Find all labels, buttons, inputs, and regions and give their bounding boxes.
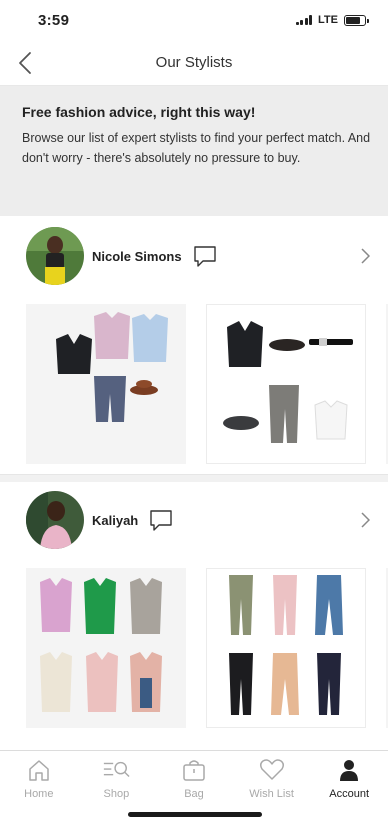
page-title: Our Stylists [155, 54, 233, 71]
chevron-right-icon[interactable] [358, 510, 372, 530]
stylist-header[interactable]: Nicole Simons [0, 224, 388, 288]
chevron-right-icon[interactable] [358, 246, 372, 266]
tab-label: Account [329, 788, 370, 800]
outfit-image [229, 575, 343, 715]
network-label: LTE [318, 14, 338, 26]
signal-icon [295, 15, 313, 25]
status-time: 3:59 [38, 11, 70, 29]
banner-title: Free fashion advice, right this way! [22, 104, 256, 120]
stylist-name: Nicole Simons [92, 248, 182, 264]
battery-fill [346, 16, 360, 24]
search-list-icon [102, 757, 130, 783]
home-icon [25, 757, 53, 783]
tab-account[interactable]: Account [310, 751, 388, 810]
stylist-card-kaliyah: Kaliyah [0, 488, 388, 728]
chat-bubble-icon[interactable] [192, 243, 218, 269]
look-card[interactable] [206, 568, 366, 728]
home-indicator [128, 812, 262, 817]
info-banner: Free fashion advice, right this way! Bro… [0, 86, 388, 216]
tab-label: Wish List [249, 788, 294, 800]
battery-icon [344, 14, 369, 26]
tab-home[interactable]: Home [0, 751, 78, 810]
chevron-left-icon [19, 52, 31, 74]
look-card[interactable] [26, 304, 186, 464]
status-indicators: LTE [295, 14, 369, 26]
stylist-header[interactable]: Kaliyah [0, 488, 388, 552]
stylist-card-nicole: Nicole Simons [0, 224, 388, 464]
nav-header: Our Stylists [0, 40, 388, 86]
outfit-image [56, 312, 168, 422]
banner-text: Browse our list of expert stylists to fi… [22, 131, 371, 165]
avatar [26, 227, 84, 285]
tab-shop[interactable]: Shop [78, 751, 156, 810]
avatar [26, 491, 84, 549]
tab-bar: Home Shop Bag Wish List Account [0, 750, 388, 810]
tab-label: Bag [184, 788, 204, 800]
look-card[interactable] [26, 568, 186, 728]
looks-carousel[interactable] [0, 304, 388, 464]
section-divider [0, 474, 388, 482]
tab-label: Shop [103, 788, 130, 800]
heart-icon [258, 757, 286, 783]
status-bar: 3:59 LTE [0, 0, 388, 40]
tab-label: Home [24, 788, 54, 800]
look-card[interactable] [206, 304, 366, 464]
bag-icon [180, 757, 208, 783]
outfit-image [40, 578, 162, 712]
tab-bag[interactable]: Bag [155, 751, 233, 810]
stylist-name: Kaliyah [92, 512, 139, 528]
tab-wish-list[interactable]: Wish List [233, 751, 311, 810]
outfit-image [223, 321, 353, 443]
chat-bubble-icon[interactable] [148, 507, 174, 533]
looks-carousel[interactable] [0, 568, 388, 728]
person-icon [335, 757, 363, 783]
back-button[interactable] [10, 46, 40, 80]
